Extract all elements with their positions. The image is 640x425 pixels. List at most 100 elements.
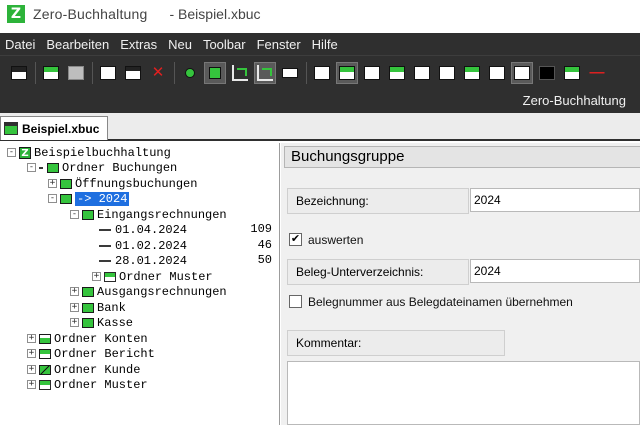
toolbar-separator (35, 61, 36, 84)
menu-bearbeiten[interactable]: Bearbeiten (46, 37, 109, 52)
table-button[interactable] (386, 62, 408, 84)
tree-node-kasse[interactable]: + Kasse (70, 315, 133, 330)
expand-toggle[interactable]: + (27, 365, 36, 374)
axis-icon (232, 64, 248, 81)
columns-button[interactable] (436, 62, 458, 84)
tree-node-bank[interactable]: + Bank (70, 300, 126, 315)
expand-toggle[interactable]: + (70, 303, 79, 312)
list-icon (282, 67, 298, 78)
expand-toggle[interactable]: + (92, 272, 101, 281)
tree-node-oeffnungsbuchungen[interactable]: + Öffnungsbuchungen (48, 176, 197, 191)
belegnummer-checkbox[interactable] (289, 295, 302, 308)
tree-node-2024[interactable]: - -> 2024 (48, 191, 130, 206)
menu-extras[interactable]: Extras (120, 37, 157, 52)
collapse-toggle[interactable]: - (48, 194, 57, 203)
menu-hilfe[interactable]: Hilfe (312, 37, 338, 52)
customer-folder-icon (39, 364, 51, 375)
tree-node-label: Ordner Muster (54, 377, 148, 392)
save-icon (11, 65, 27, 80)
entry-date: 28.01.2024 (115, 253, 188, 268)
expand-toggle[interactable]: + (27, 334, 36, 343)
expand-button[interactable] (311, 62, 333, 84)
menu-fenster[interactable]: Fenster (257, 37, 301, 52)
expand-toggle[interactable]: + (70, 287, 79, 296)
tree-node-root[interactable]: - Z Beispielbuchhaltung (7, 145, 171, 160)
auswerten-checkbox[interactable]: ✔ (289, 233, 302, 246)
print-button[interactable] (65, 62, 87, 84)
save-button[interactable] (8, 62, 30, 84)
document-button[interactable] (486, 62, 508, 84)
folder-icon (47, 162, 59, 173)
expand-toggle[interactable]: + (48, 179, 57, 188)
edit-icon (564, 65, 580, 80)
tree-node-ausgangsrechnungen[interactable]: + Ausgangsrechnungen (70, 284, 227, 299)
paste-button[interactable] (122, 62, 144, 84)
collapse-toggle[interactable]: - (27, 163, 36, 172)
tree-node-label: Ordner Kunde (54, 362, 141, 377)
bezeichnung-field[interactable]: 2024 (470, 188, 640, 212)
tree-node-ordner-muster-inner[interactable]: + Ordner Muster (92, 269, 213, 284)
tree-node-eingangsrechnungen[interactable]: - Eingangsrechnungen (70, 207, 227, 222)
menu-neu[interactable]: Neu (168, 37, 192, 52)
document-icon (4, 122, 18, 135)
expand-toggle[interactable]: + (27, 349, 36, 358)
document-tab-strip: Beispiel.xbuc (0, 113, 640, 141)
tree-entry[interactable]: 28.01.2024 (96, 253, 187, 268)
menu-toolbar[interactable]: Toolbar (203, 37, 246, 52)
document-icon (489, 65, 505, 80)
menu-datei[interactable]: Datei (5, 37, 35, 52)
title-button[interactable] (511, 61, 533, 84)
edit-button[interactable] (561, 62, 583, 84)
image-button[interactable] (461, 62, 483, 84)
kommentar-textarea[interactable] (287, 361, 640, 425)
tree-node-label: Ordner Konten (54, 331, 148, 346)
print-preview-button[interactable] (40, 62, 62, 84)
axis-view-button[interactable] (229, 62, 251, 84)
chart-view-button[interactable] (254, 61, 276, 84)
folder-icon (82, 286, 94, 297)
line-chart-icon (257, 64, 273, 81)
text-field-button[interactable] (361, 62, 383, 84)
delete-button[interactable]: ✕ (147, 62, 169, 84)
tree-node-ordner-buchungen[interactable]: - Ordner Buchungen (27, 160, 177, 175)
tree-node-ordner-kunde[interactable]: + Ordner Kunde (27, 362, 140, 377)
tree-panel[interactable]: - Z Beispielbuchhaltung - Ordner Buchung… (0, 143, 280, 425)
beleg-unterverzeichnis-field[interactable]: 2024 (470, 259, 640, 283)
expand-toggle[interactable]: + (27, 380, 36, 389)
print-preview-icon (43, 65, 59, 80)
tree-node-ordner-muster[interactable]: + Ordner Muster (27, 377, 148, 392)
entry-amount: 46 (257, 238, 272, 252)
tree-connector (39, 166, 43, 169)
tree-node-label-selected: -> 2024 (75, 191, 130, 206)
tree-entry[interactable]: 01.04.2024 (96, 222, 187, 237)
collapse-toggle[interactable]: - (7, 148, 16, 157)
tree-node-label: Ordner Bericht (54, 346, 155, 361)
belegnummer-label: Belegnummer aus Belegdateinamen übernehm… (308, 295, 573, 309)
tab-beispiel[interactable]: Beispiel.xbuc (0, 116, 108, 140)
remove-button[interactable]: — (586, 62, 608, 84)
tree-node-ordner-bericht[interactable]: + Ordner Bericht (27, 346, 155, 361)
separator-line-button[interactable] (536, 62, 558, 84)
delete-icon: ✕ (151, 63, 165, 81)
template-folder-icon (104, 271, 116, 282)
collapse-toggle[interactable]: - (70, 210, 79, 219)
copy-button[interactable] (97, 62, 119, 84)
activate-button[interactable] (179, 62, 201, 84)
form-icon (339, 65, 355, 80)
entry-icon (99, 228, 111, 231)
tree-node-ordner-konten[interactable]: + Ordner Konten (27, 331, 148, 346)
entry-amount: 50 (257, 253, 272, 267)
tree-node-label: Öffnungsbuchungen (75, 176, 198, 191)
tree-view-button[interactable] (204, 61, 226, 84)
tree-entry[interactable]: 01.02.2024 (96, 238, 187, 253)
kommentar-label: Kommentar: (287, 330, 505, 356)
tree-node-label: Ordner Muster (119, 269, 213, 284)
list-button[interactable] (279, 62, 301, 84)
title-icon (514, 65, 530, 80)
text-block-button[interactable] (411, 62, 433, 84)
entry-date: 01.04.2024 (115, 222, 188, 237)
menu-bar: Datei Bearbeiten Extras Neu Toolbar Fens… (0, 33, 640, 55)
toolbar-separator (92, 61, 93, 84)
form-button[interactable] (336, 61, 358, 84)
expand-toggle[interactable]: + (70, 318, 79, 327)
